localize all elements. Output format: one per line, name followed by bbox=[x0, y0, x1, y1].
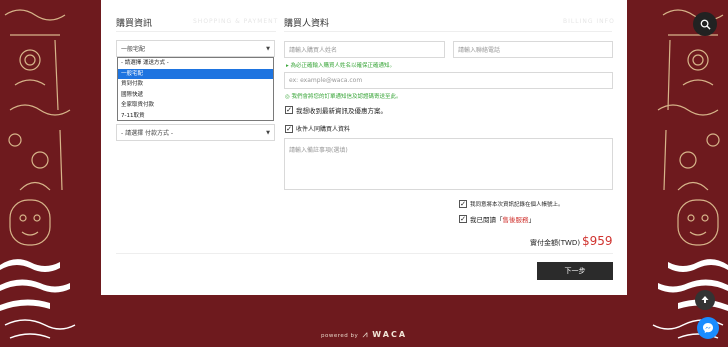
powered-by-text: powered by bbox=[320, 333, 359, 339]
agree-policy-option[interactable]: ✓ 我已閱讀「售後服務」 bbox=[459, 214, 535, 224]
shopping-section-title: 購買資訊 bbox=[116, 19, 153, 29]
same-as-buyer-label: 收件人同購買人資料 bbox=[296, 126, 351, 133]
total-amount: $959 bbox=[582, 234, 613, 248]
shipping-option[interactable]: 貨到付款 bbox=[118, 79, 273, 90]
subscribe-option[interactable]: ✓ 我想收到最新資訊及優惠方案。 bbox=[285, 105, 387, 115]
shipping-option[interactable]: - 請選擇 運送方式 - bbox=[118, 58, 273, 69]
upload-icon bbox=[701, 296, 709, 303]
agree-policy-suffix: 」 bbox=[528, 216, 536, 224]
email-input[interactable]: ex: example@waca.com bbox=[284, 72, 613, 89]
shipping-option[interactable]: 7-11取貨 bbox=[118, 111, 273, 122]
shipping-option[interactable]: 一般宅配 bbox=[118, 68, 273, 79]
payment-method-select[interactable]: - 請選擇 付款方式 - ▼ bbox=[116, 124, 275, 141]
search-button[interactable] bbox=[693, 12, 717, 36]
shipping-method-dropdown: - 請選擇 運送方式 - 一般宅配 貨到付款 國際快遞 全家取貨付款 7-11取… bbox=[117, 57, 274, 121]
billing-section-subtitle: BILLING INFO bbox=[563, 18, 615, 25]
same-as-buyer-checkbox[interactable]: ✓ bbox=[285, 124, 293, 133]
buyer-name-input[interactable]: 請輸入購買人姓名 bbox=[284, 41, 445, 58]
total-label: 實付金額(TWD) bbox=[530, 239, 581, 247]
buyer-name-placeholder: 請輸入購買人姓名 bbox=[289, 47, 338, 54]
subscribe-label: 我想收到最新資訊及優惠方案。 bbox=[296, 107, 387, 115]
note-placeholder: 請輸入備註事項(選填) bbox=[289, 147, 348, 154]
agree-record-checkbox[interactable]: ✓ bbox=[459, 200, 467, 208]
shipping-option[interactable]: 全家取貨付款 bbox=[118, 100, 273, 111]
checkout-panel: 購買資訊 SHOPPING & PAYMENT 購買人資料 BILLING IN… bbox=[101, 0, 627, 295]
note-textarea[interactable]: 請輸入備註事項(選填) bbox=[284, 138, 613, 190]
festive-pattern-left bbox=[0, 9, 76, 339]
shopping-divider bbox=[116, 31, 276, 32]
shipping-method-select[interactable]: 一般宅配 ▼ bbox=[116, 40, 275, 57]
brand-name: WACA bbox=[372, 330, 408, 339]
after-sales-service-link[interactable]: 售後服務 bbox=[503, 216, 529, 224]
scroll-top-button[interactable] bbox=[695, 290, 715, 310]
agree-policy-checkbox[interactable]: ✓ bbox=[459, 215, 467, 223]
payment-method-value: - 請選擇 付款方式 - bbox=[121, 130, 174, 137]
chevron-down-icon: ▼ bbox=[266, 129, 270, 136]
agree-policy-prefix: 我已閱讀「 bbox=[470, 216, 503, 224]
agree-policy-label: 我已閱讀「售後服務」 bbox=[470, 214, 535, 224]
subscribe-checkbox[interactable]: ✓ bbox=[285, 106, 293, 114]
bottom-divider bbox=[116, 253, 613, 254]
phone-input[interactable]: 請輸入聯絡電話 bbox=[453, 41, 613, 58]
phone-placeholder: 請輸入聯絡電話 bbox=[458, 47, 501, 54]
shopping-section-subtitle: SHOPPING & PAYMENT bbox=[193, 18, 279, 25]
name-hint: ▸ 為必正確輸入購買人姓名以確保正確通知。 bbox=[286, 63, 396, 69]
search-icon bbox=[700, 19, 711, 30]
agree-record-option[interactable]: ✓ 我同意將本次資訊記錄在個人帳號上。 bbox=[459, 200, 564, 208]
agree-record-label: 我同意將本次資訊記錄在個人帳號上。 bbox=[470, 202, 564, 208]
billing-section-title: 購買人資料 bbox=[284, 19, 330, 29]
email-hint: ◎ 我們會將您的訂單通知信及認證碼寄送至此。 bbox=[285, 94, 402, 100]
next-step-button[interactable]: 下一步 bbox=[537, 262, 613, 280]
email-placeholder: ex: example@waca.com bbox=[289, 77, 363, 84]
shipping-option[interactable]: 國際快遞 bbox=[118, 90, 273, 101]
chevron-down-icon: ▼ bbox=[266, 45, 270, 52]
same-as-buyer-option[interactable]: ✓ 收件人同購買人資料 bbox=[285, 124, 350, 133]
billing-divider bbox=[284, 31, 612, 32]
waca-logo-icon: ⩘ bbox=[362, 330, 369, 340]
shipping-method-value: 一般宅配 bbox=[121, 46, 146, 53]
powered-by-footer: powered by ⩘ WACA bbox=[0, 330, 728, 340]
